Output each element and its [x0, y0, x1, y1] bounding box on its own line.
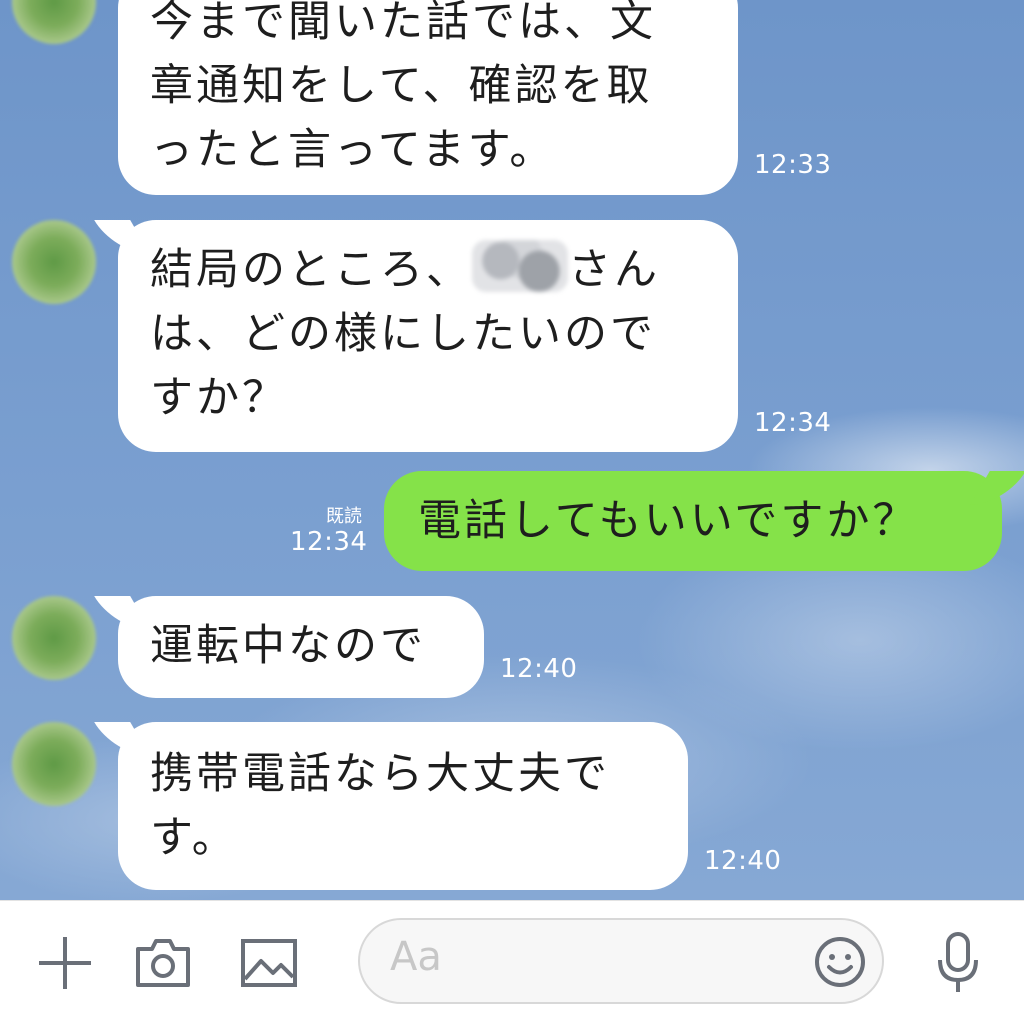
message-bubble-incoming: 今まで聞いた話では、文 章通知をして、確認を取 ったと言ってます。	[118, 0, 738, 195]
message-input[interactable]: Aa	[358, 918, 884, 1004]
contact-avatar[interactable]	[12, 220, 96, 304]
message-bubble-incoming: 携帯電話なら大丈夫で す。	[118, 722, 688, 890]
plus-icon	[39, 937, 91, 989]
message-timestamp: 12:33	[754, 150, 832, 180]
microphone-icon	[938, 932, 978, 992]
emoji-icon	[815, 937, 865, 987]
camera-icon	[136, 939, 190, 987]
emoji-button[interactable]	[812, 934, 868, 990]
message-text-line: 携帯電話なら大丈夫で	[150, 749, 610, 799]
message-input-placeholder: Aa	[390, 934, 442, 980]
message-text-segment: 結局のところ、	[150, 245, 472, 295]
message-text-line: 今まで聞いた話では、文	[150, 0, 656, 47]
chat-area: 今まで聞いた話では、文 章通知をして、確認を取 ったと言ってます。 12:33 …	[0, 0, 1024, 900]
voice-input-button[interactable]	[920, 901, 996, 1025]
contact-avatar[interactable]	[12, 722, 96, 806]
message-bubble-outgoing: 電話してもいいですか？	[384, 471, 1002, 571]
contact-avatar[interactable]	[12, 596, 96, 680]
message-timestamp: 12:34	[290, 527, 368, 557]
message-text-line: ったと言ってます。	[150, 125, 556, 175]
message-text-line: は、どの様にしたいので	[150, 309, 656, 359]
message-text-line: 運転中なので	[150, 621, 426, 671]
redacted-name	[472, 240, 568, 292]
message-text-line: 電話してもいいですか？	[418, 496, 919, 546]
plus-button[interactable]	[30, 901, 100, 1025]
message-text-segment: さん	[568, 245, 660, 295]
message-bubble-incoming: 結局のところ、 さん は、どの様にしたいので すか？	[118, 220, 738, 452]
message-timestamp: 12:34	[754, 408, 832, 438]
message-text-line: す。	[150, 813, 238, 863]
message-timestamp: 12:40	[704, 846, 782, 876]
message-text-line: 章通知をして、確認を取	[150, 61, 653, 111]
contact-avatar[interactable]	[12, 0, 96, 44]
message-text-line: すか？	[150, 373, 288, 423]
camera-button[interactable]	[128, 901, 198, 1025]
image-button[interactable]	[234, 901, 304, 1025]
image-icon	[241, 939, 297, 987]
message-timestamp: 12:40	[500, 654, 578, 684]
read-receipt: 既読	[326, 506, 362, 527]
message-text-line: 結局のところ、 さん	[150, 238, 706, 302]
message-bubble-incoming: 運転中なので	[118, 596, 484, 698]
